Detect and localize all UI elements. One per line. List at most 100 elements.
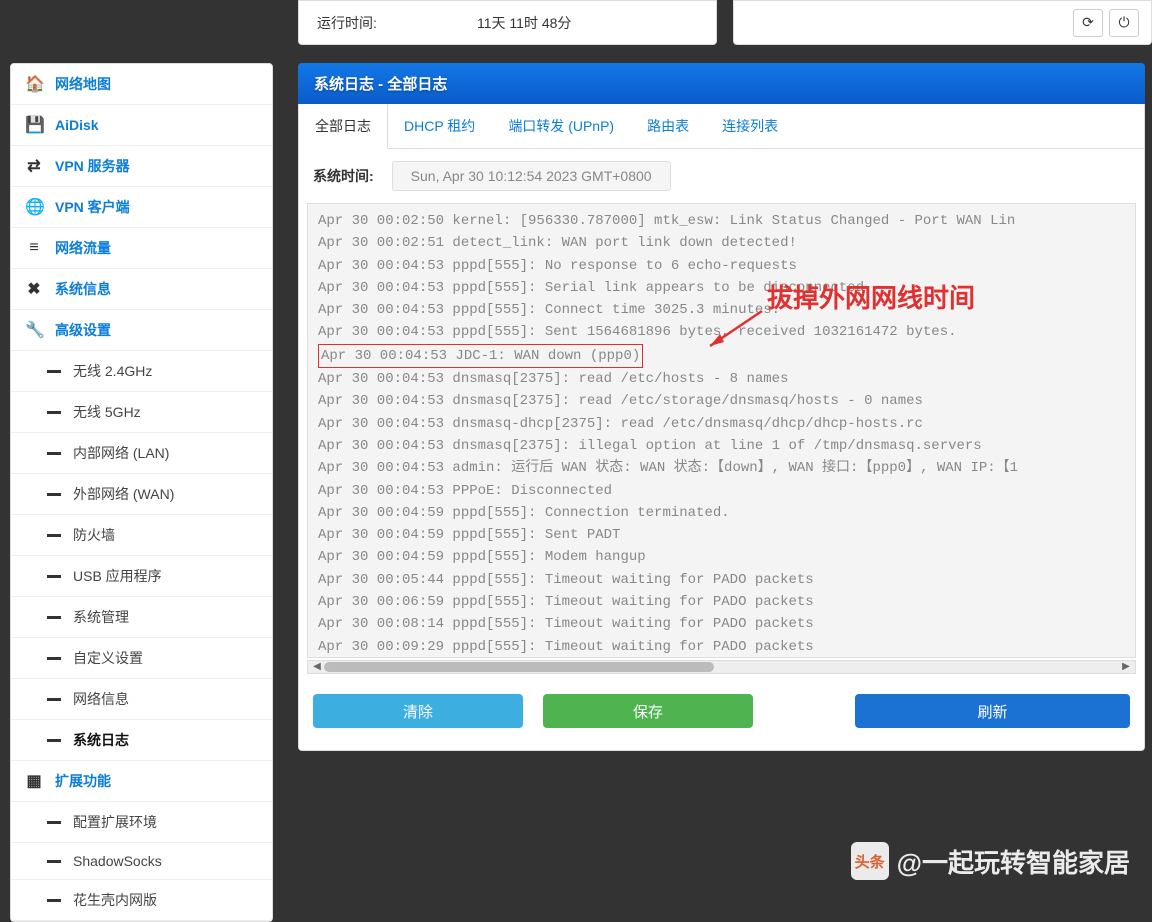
dash-icon (47, 534, 61, 537)
scroll-right-icon[interactable]: ▶ (1119, 661, 1133, 673)
dash-icon (47, 452, 61, 455)
nav-label: 配置扩展环境 (73, 812, 157, 832)
nav-label: 系统日志 (73, 730, 129, 750)
nav-traffic[interactable]: ≡ 网络流量 (11, 228, 272, 269)
clear-button[interactable]: 清除 (313, 694, 523, 728)
uptime-label: 运行时间: (317, 13, 477, 32)
dash-icon (47, 370, 61, 373)
log-line: Apr 30 00:02:50 kernel: [956330.787000] … (318, 210, 1125, 232)
sidebar: 🏠 网络地图 💾 AiDisk ⇄ VPN 服务器 🌐 VPN 客户端 ≡ 网络流量 ✖ 系… (10, 63, 273, 922)
nav-firewall[interactable]: 防火墙 (11, 515, 272, 556)
log-line: Apr 30 00:05:44 pppd[555]: Timeout waiti… (318, 569, 1125, 591)
log-line: Apr 30 00:02:51 detect_link: WAN port li… (318, 232, 1125, 254)
nav-label: 外部网络 (WAN) (73, 484, 174, 504)
systime-label: 系统时间: (313, 166, 374, 186)
log-line: Apr 30 00:04:53 pppd[555]: No response t… (318, 255, 1125, 277)
vpn-server-icon: ⇄ (25, 156, 43, 176)
log-line: Apr 30 00:04:53 pppd[555]: Serial link a… (318, 277, 1125, 299)
nav-ext-shadowsocks[interactable]: ShadowSocks (11, 843, 272, 880)
log-line: Apr 30 00:09:29 pppd[555]: Timeout waiti… (318, 636, 1125, 658)
tab-route[interactable]: 路由表 (631, 104, 706, 148)
nav-label: 系统信息 (55, 279, 111, 299)
power-icon[interactable]: ⏻ (1109, 9, 1139, 37)
nav-vpn-server[interactable]: ⇄ VPN 服务器 (11, 146, 272, 187)
log-line: Apr 30 00:04:53 pppd[555]: Connect time … (318, 299, 1125, 321)
scroll-left-icon[interactable]: ◀ (310, 661, 324, 673)
dash-icon (47, 616, 61, 619)
log-line: Apr 30 00:04:53 dnsmasq[2375]: read /etc… (318, 368, 1125, 390)
wrench-icon: 🔧 (25, 320, 43, 340)
disk-icon: 💾 (25, 115, 43, 135)
nav-wireless-5ghz[interactable]: 无线 5GHz (11, 392, 272, 433)
nav-advanced[interactable]: 🔧 高级设置 (11, 310, 272, 351)
nav-label: 网络信息 (73, 689, 129, 709)
nav-aidisk[interactable]: 💾 AiDisk (11, 105, 272, 146)
nav-label: 无线 2.4GHz (73, 361, 152, 381)
tab-upnp[interactable]: 端口转发 (UPnP) (492, 104, 631, 148)
log-line: Apr 30 00:04:59 pppd[555]: Sent PADT (318, 524, 1125, 546)
log-textarea[interactable]: Apr 30 00:02:50 kernel: [956330.787000] … (307, 203, 1136, 658)
save-button[interactable]: 保存 (543, 694, 753, 728)
log-line: Apr 30 00:06:59 pppd[555]: Timeout waiti… (318, 591, 1125, 613)
systime-row: 系统时间: Sun, Apr 30 10:12:54 2023 GMT+0800 (299, 149, 1144, 203)
nav-lan[interactable]: 内部网络 (LAN) (11, 433, 272, 474)
traffic-icon: ≡ (25, 239, 43, 257)
nav-wan[interactable]: 外部网络 (WAN) (11, 474, 272, 515)
log-line: Apr 30 00:04:53 dnsmasq[2375]: read /etc… (318, 390, 1125, 412)
nav-label: 网络流量 (55, 238, 111, 258)
nav-usb-apps[interactable]: USB 应用程序 (11, 556, 272, 597)
nav-system-info[interactable]: ✖ 系统信息 (11, 269, 272, 310)
log-line: Apr 30 00:04:53 pppd[555]: Sent 15646818… (318, 321, 1125, 343)
horizontal-scrollbar[interactable]: ◀ ▶ (307, 660, 1136, 674)
log-line: Apr 30 00:04:59 pppd[555]: Modem hangup (318, 546, 1125, 568)
panel-title: 系统日志 - 全部日志 (298, 63, 1145, 104)
dash-icon (47, 411, 61, 414)
main-panel: 系统日志 - 全部日志 全部日志 DHCP 租约 端口转发 (UPnP) 路由表… (298, 63, 1145, 751)
nav-ext-config[interactable]: 配置扩展环境 (11, 802, 272, 843)
nav-label: 高级设置 (55, 320, 111, 340)
shuffle-icon: ✖ (25, 279, 43, 299)
tab-all-logs[interactable]: 全部日志 (299, 104, 388, 149)
nav-wireless-24ghz[interactable]: 无线 2.4GHz (11, 351, 272, 392)
nav-label: AiDisk (55, 117, 99, 133)
nav-label: 网络地图 (55, 74, 111, 94)
nav-custom-settings[interactable]: 自定义设置 (11, 638, 272, 679)
log-line: Apr 30 00:04:53 dnsmasq[2375]: illegal o… (318, 435, 1125, 457)
refresh-icon[interactable]: ⟳ (1073, 9, 1103, 37)
nav-network-map[interactable]: 🏠 网络地图 (11, 64, 272, 105)
nav-label: ShadowSocks (73, 853, 162, 869)
nav-label: VPN 客户端 (55, 197, 130, 217)
tab-dhcp[interactable]: DHCP 租约 (388, 104, 492, 148)
log-line: Apr 30 00:08:14 pppd[555]: Timeout waiti… (318, 613, 1125, 635)
dash-icon (47, 575, 61, 578)
dash-icon (47, 821, 61, 824)
log-line: Apr 30 00:04:53 admin: 运行后 WAN 状态: WAN 状… (318, 457, 1125, 479)
nav-label: 无线 5GHz (73, 402, 141, 422)
systime-value: Sun, Apr 30 10:12:54 2023 GMT+0800 (392, 161, 671, 191)
scroll-thumb[interactable] (324, 662, 714, 672)
nav-ext-oray[interactable]: 花生壳内网版 (11, 880, 272, 921)
tabs: 全部日志 DHCP 租约 端口转发 (UPnP) 路由表 连接列表 (299, 104, 1144, 149)
uptime-value: 11天 11时 48分 (477, 13, 571, 32)
nav-label: 扩展功能 (55, 771, 111, 791)
nav-label: VPN 服务器 (55, 156, 130, 176)
nav-network-info[interactable]: 网络信息 (11, 679, 272, 720)
nav-extensions[interactable]: ▦扩展功能 (11, 761, 272, 802)
tab-connections[interactable]: 连接列表 (706, 104, 795, 148)
nav-vpn-client[interactable]: 🌐 VPN 客户端 (11, 187, 272, 228)
nav-label: 花生壳内网版 (73, 890, 157, 910)
dash-icon (47, 899, 61, 902)
refresh-button[interactable]: 刷新 (855, 694, 1130, 728)
panel-body: 全部日志 DHCP 租约 端口转发 (UPnP) 路由表 连接列表 系统时间: … (298, 104, 1145, 751)
nav-label: 防火墙 (73, 525, 115, 545)
log-line: Apr 30 00:04:59 pppd[555]: Connection te… (318, 502, 1125, 524)
home-icon: 🏠 (25, 74, 43, 94)
uptime-card: 运行时间: 11天 11时 48分 (298, 0, 717, 45)
log-line: Apr 30 00:04:53 PPPoE: Disconnected (318, 480, 1125, 502)
watermark-text: @一起玩转智能家居 (897, 843, 1130, 880)
nav-system-admin[interactable]: 系统管理 (11, 597, 272, 638)
nav-system-log[interactable]: 系统日志 (11, 720, 272, 761)
button-row: 清除 保存 刷新 (299, 674, 1144, 750)
dash-icon (47, 739, 61, 742)
globe-icon: 🌐 (25, 197, 43, 217)
